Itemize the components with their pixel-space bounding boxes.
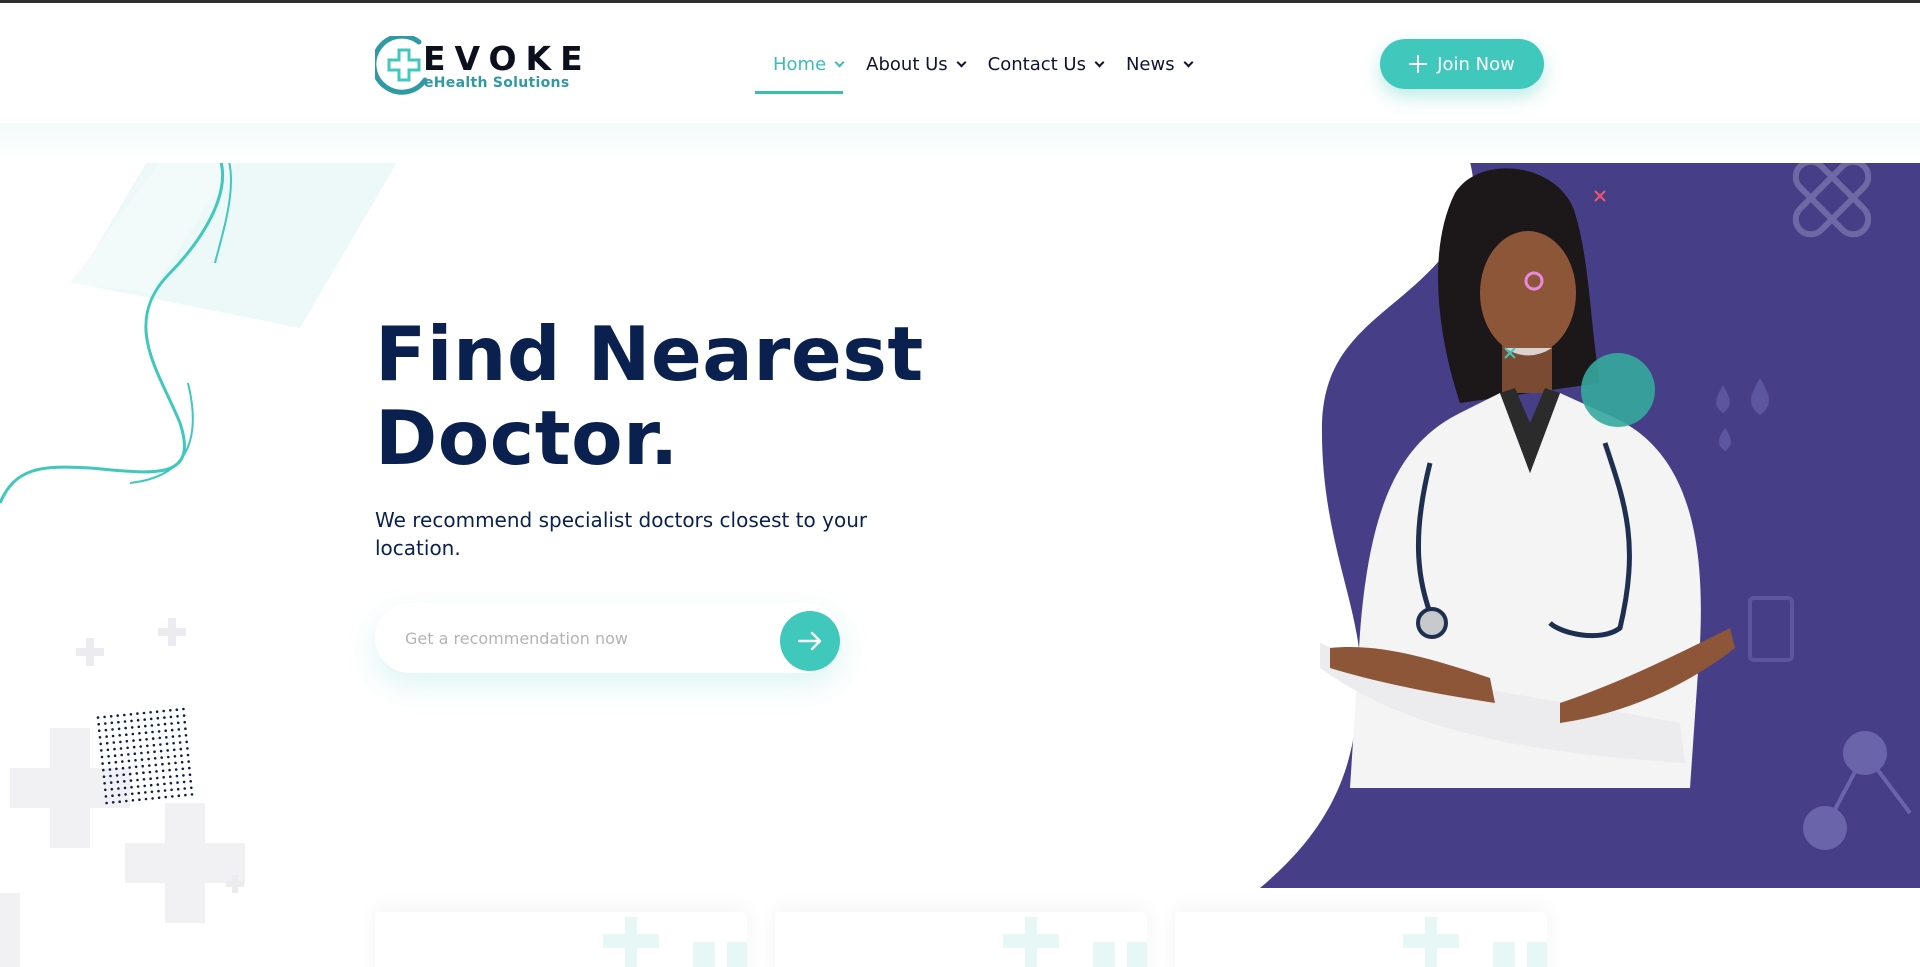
site-header: EVOKE eHealth Solutions Home About Us Co…	[0, 3, 1920, 123]
site-logo[interactable]: EVOKE eHealth Solutions	[375, 33, 583, 99]
chevron-down-icon	[834, 57, 845, 67]
join-now-label: Join Now	[1437, 53, 1515, 75]
card-decoration	[1403, 917, 1547, 967]
active-nav-underline	[755, 91, 844, 94]
card-decoration	[603, 917, 747, 967]
feature-card-2[interactable]	[775, 912, 1147, 967]
hero-image-panel	[1260, 123, 1920, 888]
feature-card-3[interactable]	[1175, 912, 1547, 967]
feature-card-1[interactable]	[375, 912, 747, 967]
hero-title-line-2: Doctor.	[375, 394, 679, 482]
chevron-down-icon	[1094, 57, 1105, 67]
chevron-down-icon	[1183, 57, 1194, 67]
join-now-button[interactable]: Join Now	[1380, 39, 1544, 89]
card-decoration	[1003, 917, 1147, 967]
hero-title-line-1: Find Nearest	[375, 310, 924, 398]
nav-item-home[interactable]: Home	[755, 51, 845, 94]
nav-item-news[interactable]: News	[1125, 51, 1194, 77]
nav-item-label: About Us	[866, 53, 948, 75]
hero-top-fade	[0, 123, 1920, 163]
recommendation-search	[375, 603, 841, 673]
hero-title: Find Nearest Doctor.	[375, 312, 975, 480]
main-nav: Home About Us Contact Us News	[755, 51, 1215, 95]
hero-subtitle: We recommend specialist doctors closest …	[375, 508, 868, 560]
nav-item-label: Contact Us	[987, 53, 1086, 75]
nav-item-label: News	[1125, 53, 1175, 75]
page: EVOKE eHealth Solutions Home About Us Co…	[0, 0, 1920, 967]
search-submit-button[interactable]	[780, 611, 840, 671]
plus-icon	[1409, 55, 1428, 73]
arrow-right-icon	[797, 631, 822, 651]
logo-tagline: eHealth Solutions	[424, 75, 570, 91]
logo-name: EVOKE	[423, 39, 592, 78]
nav-item-label: Home	[773, 53, 827, 75]
nav-item-contact-us[interactable]: Contact Us	[987, 51, 1105, 77]
nav-item-about-us[interactable]: About Us	[866, 51, 967, 77]
recommendation-input[interactable]	[405, 621, 745, 655]
chevron-down-icon	[956, 57, 967, 67]
